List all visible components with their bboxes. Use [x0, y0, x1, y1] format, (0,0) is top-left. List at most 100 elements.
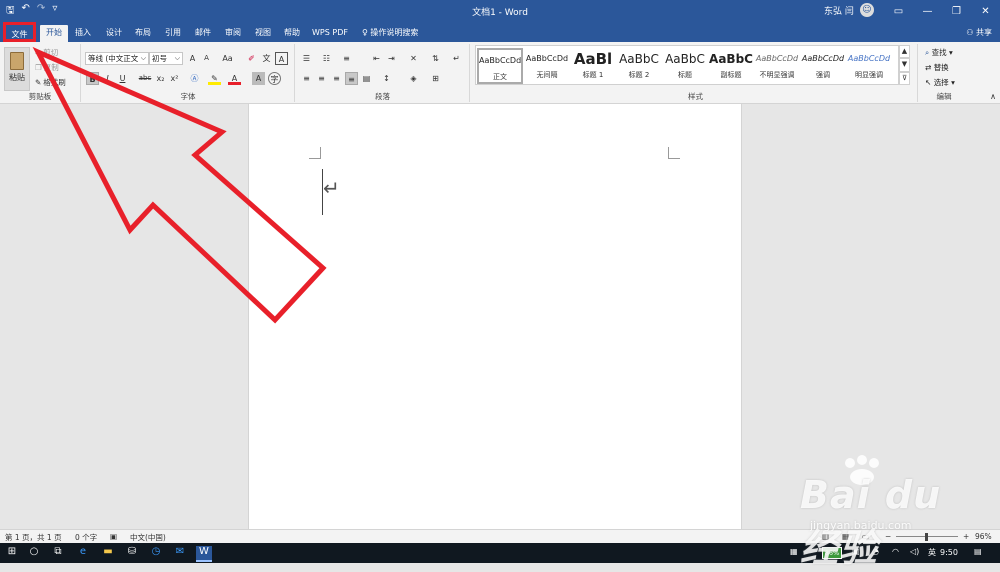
tab-home[interactable]: 开始: [40, 25, 68, 42]
line-spacing-icon[interactable]: ↕: [380, 72, 393, 85]
align-left-icon[interactable]: ≡: [300, 72, 313, 85]
more-styles-icon[interactable]: ⊽: [899, 71, 910, 85]
shrink-font-button[interactable]: A: [200, 52, 213, 65]
style-heading-2[interactable]: AaBbC 标题 2: [616, 48, 662, 84]
style-title[interactable]: AaBbC 标题: [662, 48, 708, 84]
tab-insert[interactable]: 插入: [72, 25, 94, 42]
store-icon[interactable]: ⛁: [124, 546, 140, 557]
language-indicator[interactable]: 中文(中国): [130, 532, 166, 543]
tab-design[interactable]: 设计: [103, 25, 125, 42]
chevron-up-icon[interactable]: ▲: [899, 45, 910, 59]
underline-button[interactable]: U: [116, 72, 129, 85]
enclose-characters-icon[interactable]: 字: [268, 72, 281, 85]
word-count[interactable]: 0 个字: [75, 532, 97, 543]
style-name: 无间隔: [536, 71, 558, 79]
style-emphasis[interactable]: AaBbCcDd 强调: [800, 48, 846, 84]
show-marks-icon[interactable]: ↵: [450, 52, 463, 65]
distributed-icon[interactable]: ▤: [360, 72, 373, 85]
page-count[interactable]: 第 1 页，共 1 页: [5, 532, 62, 543]
copy-icon: ❐: [35, 63, 42, 72]
avatar[interactable]: ☺: [859, 3, 874, 17]
font-group: 等线 (中文正文 ⌵ 初号 ⌵ A A Aa ✐ 文 A B I U abc x₂ …: [82, 44, 295, 102]
borders-icon[interactable]: ⊞: [429, 72, 442, 85]
ribbon-display-options-icon[interactable]: ▭: [884, 0, 913, 22]
style-heading-1[interactable]: AaBl 标题 1: [570, 48, 616, 84]
proofing-icon[interactable]: ▣: [110, 532, 117, 541]
document-page[interactable]: [248, 104, 742, 529]
style-name: 标题: [678, 71, 692, 79]
font-size-combo[interactable]: 初号 ⌵: [149, 52, 183, 65]
minimize-icon[interactable]: —: [913, 0, 942, 22]
chevron-down-icon[interactable]: ▼: [899, 58, 910, 72]
tab-references[interactable]: 引用: [162, 25, 184, 42]
tell-me-search[interactable]: ♀ 操作说明搜索: [362, 25, 432, 42]
phonetic-guide-icon[interactable]: 文: [260, 52, 273, 65]
grow-font-button[interactable]: A: [186, 52, 199, 65]
decrease-indent-icon[interactable]: ⇤: [370, 52, 383, 65]
character-shading-icon[interactable]: A: [252, 72, 265, 85]
increase-indent-icon[interactable]: ⇥: [385, 52, 398, 65]
style-intense-emphasis[interactable]: AaBbCcDd 明显强调: [846, 48, 892, 84]
tab-view[interactable]: 视图: [252, 25, 274, 42]
style-normal[interactable]: AaBbCcDd 正文: [477, 48, 523, 84]
tab-file[interactable]: 文件: [3, 22, 36, 42]
tab-review[interactable]: 审阅: [222, 25, 244, 42]
chinese-layout-icon[interactable]: ✕: [407, 52, 420, 65]
shading-icon[interactable]: ◈: [407, 72, 420, 85]
cortana-icon[interactable]: ○: [26, 546, 42, 557]
mail-icon[interactable]: ✉: [172, 546, 188, 557]
superscript-button[interactable]: x²: [168, 72, 181, 85]
find-button[interactable]: ⌕ 查找 ▾: [925, 47, 953, 58]
task-view-icon[interactable]: ⧉: [50, 546, 66, 557]
restore-icon[interactable]: ❐: [942, 0, 971, 22]
tab-mailings[interactable]: 邮件: [192, 25, 214, 42]
margin-corner-top-left: [309, 147, 321, 159]
user-account[interactable]: 东弘 闫 ☺: [824, 3, 874, 17]
bullets-icon[interactable]: ☰: [300, 52, 313, 65]
align-center-icon[interactable]: ≡: [315, 72, 328, 85]
bold-button[interactable]: B: [86, 72, 99, 85]
replace-button[interactable]: ⇄ 替换: [925, 62, 949, 73]
paragraph-mark-icon: ↵: [323, 176, 340, 200]
tab-help[interactable]: 帮助: [281, 25, 303, 42]
paste-button[interactable]: 粘贴: [4, 47, 30, 91]
replace-icon: ⇄: [925, 63, 932, 72]
copy-button[interactable]: ❐ 复制: [35, 62, 59, 73]
subscript-button[interactable]: x₂: [154, 72, 167, 85]
clear-formatting-icon[interactable]: ✐: [245, 52, 258, 65]
share-button[interactable]: ⚇ 共享: [966, 27, 992, 38]
highlight-icon[interactable]: ✎: [208, 72, 221, 85]
file-explorer-icon[interactable]: ▬: [100, 546, 116, 557]
chevron-down-icon[interactable]: ⌵: [175, 53, 180, 64]
sort-icon[interactable]: ⇅: [429, 52, 442, 65]
change-case-button[interactable]: Aa: [219, 52, 236, 65]
close-icon[interactable]: ✕: [971, 0, 1000, 22]
cut-button[interactable]: ✂ 剪切: [35, 47, 58, 58]
clock-app-icon[interactable]: ◷: [148, 546, 164, 557]
strikethrough-button[interactable]: abc: [137, 72, 153, 85]
keyboard-icon[interactable]: ▦: [790, 547, 798, 556]
style-subtle-emphasis[interactable]: AaBbCcDd 不明显强调: [754, 48, 800, 84]
character-border-icon[interactable]: A: [275, 52, 288, 65]
select-button[interactable]: ↖ 选择 ▾: [925, 77, 955, 88]
font-name-combo[interactable]: 等线 (中文正文 ⌵: [85, 52, 149, 65]
style-subtitle[interactable]: AaBbC 副标题: [708, 48, 754, 84]
tab-wps-pdf[interactable]: WPS PDF: [310, 25, 350, 42]
collapse-ribbon-icon[interactable]: ∧: [990, 92, 996, 101]
font-color-button[interactable]: A: [228, 72, 241, 85]
multilevel-list-icon[interactable]: ≡: [340, 52, 353, 65]
chevron-down-icon[interactable]: ⌵: [141, 53, 146, 64]
windows-start-icon[interactable]: ⊞: [4, 546, 20, 557]
justify-icon[interactable]: ≡: [345, 72, 358, 85]
style-preview: AaBbCcDd: [801, 54, 845, 63]
italic-button[interactable]: I: [101, 72, 114, 85]
text-effects-icon[interactable]: Ⓐ: [188, 72, 201, 85]
tab-layout[interactable]: 布局: [132, 25, 154, 42]
word-taskbar-icon[interactable]: W: [196, 546, 212, 562]
style-no-spacing[interactable]: AaBbCcDd 无间隔: [524, 48, 570, 84]
numbering-icon[interactable]: ☷: [320, 52, 333, 65]
align-right-icon[interactable]: ≡: [330, 72, 343, 85]
edge-icon[interactable]: e: [75, 546, 91, 557]
style-preview: AaBl: [573, 50, 613, 68]
format-painter-button[interactable]: ✎ 格式刷: [35, 77, 66, 88]
